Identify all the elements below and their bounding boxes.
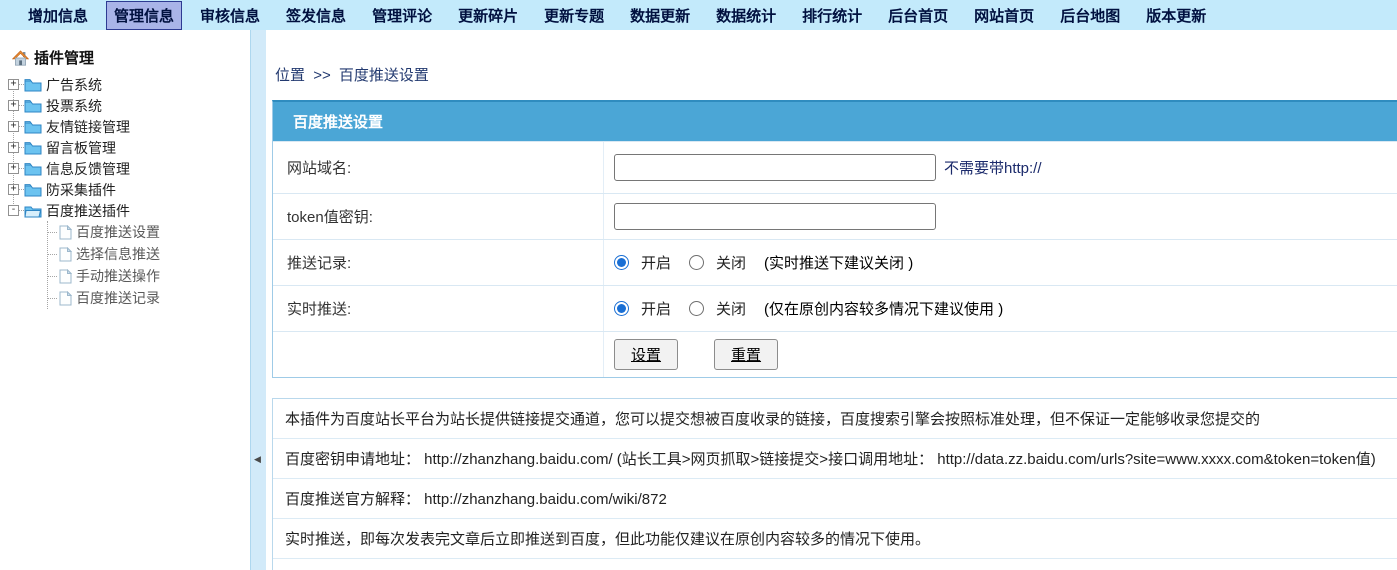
token-label: token值密钥: <box>273 194 604 239</box>
buttons-row: 设置 重置 <box>273 331 1397 377</box>
expand-plus-icon[interactable]: + <box>8 100 19 111</box>
tree-item-feedback[interactable]: + 信息反馈管理 <box>0 158 250 179</box>
nav-item-backend-map[interactable]: 后台地图 <box>1052 1 1128 30</box>
token-row: token值密钥: <box>273 193 1397 239</box>
site-domain-row: 网站域名: 不需要带http:// <box>273 141 1397 193</box>
nav-item-sign-info[interactable]: 签发信息 <box>278 1 354 30</box>
nav-item-manage-comments[interactable]: 管理评论 <box>364 1 440 30</box>
push-log-on-radio[interactable] <box>614 255 629 270</box>
tree-item-baidu-push-settings[interactable]: 百度推送设置 <box>48 221 250 243</box>
folder-icon <box>24 183 42 197</box>
help-row-wiki-url: 百度推送官方解释： http://zhanzhang.baidu.com/wik… <box>273 479 1397 519</box>
breadcrumb-location-label: 位置 <box>275 67 305 84</box>
nav-item-ranking-statistics[interactable]: 排行统计 <box>794 1 870 30</box>
push-log-off-radio[interactable] <box>689 255 704 270</box>
help-row-token-url: 百度密钥申请地址： http://zhanzhang.baidu.com/ (站… <box>273 439 1397 479</box>
realtime-push-row: 实时推送: 开启 关闭 (仅在原创内容较多情况下建议使用 ) <box>273 285 1397 331</box>
folder-icon <box>24 78 42 92</box>
nav-item-add-info[interactable]: 增加信息 <box>20 1 96 30</box>
push-log-off-label[interactable]: 关闭 <box>716 252 746 273</box>
page-icon <box>59 247 72 262</box>
open-folder-icon <box>24 204 42 218</box>
collapse-minus-icon[interactable]: - <box>8 205 19 216</box>
help-row-overview: 本插件为百度站长平台为站长提供链接提交通道，您可以提交想被百度收录的链接，百度搜… <box>273 399 1397 439</box>
realtime-push-on-label[interactable]: 开启 <box>641 298 671 319</box>
site-domain-note: 不需要带http:// <box>944 157 1042 178</box>
baidu-push-settings-panel: 百度推送设置 网站域名: 不需要带http:// token值密钥: 推送记录:… <box>272 100 1397 378</box>
submit-button[interactable]: 设置 <box>614 339 678 370</box>
tree-item-baidu-push-plugin[interactable]: - 百度推送插件 <box>0 200 250 221</box>
realtime-push-on-radio[interactable] <box>614 301 629 316</box>
nav-item-manage-info[interactable]: 管理信息 <box>106 1 182 30</box>
page-icon <box>59 269 72 284</box>
expand-plus-icon[interactable]: + <box>8 184 19 195</box>
tree-item-vote-system[interactable]: + 投票系统 <box>0 95 250 116</box>
nav-item-version-update[interactable]: 版本更新 <box>1138 1 1214 30</box>
breadcrumb-current: 百度推送设置 <box>339 67 429 84</box>
tree-item-manual-push[interactable]: 手动推送操作 <box>48 265 250 287</box>
tree-item-select-info-push[interactable]: 选择信息推送 <box>48 243 250 265</box>
help-row-empty <box>273 559 1397 570</box>
home-icon <box>12 50 29 66</box>
realtime-push-label: 实时推送: <box>273 286 604 331</box>
top-nav: 增加信息 管理信息 审核信息 签发信息 管理评论 更新碎片 更新专题 数据更新 … <box>0 0 1397 30</box>
sidebar-title-label: 插件管理 <box>34 47 94 68</box>
folder-icon <box>24 162 42 176</box>
nav-item-backend-home[interactable]: 后台首页 <box>880 1 956 30</box>
tree-item-baidu-push-log[interactable]: 百度推送记录 <box>48 287 250 309</box>
nav-item-audit-info[interactable]: 审核信息 <box>192 1 268 30</box>
site-domain-field[interactable] <box>614 154 936 181</box>
site-domain-label: 网站域名: <box>273 142 604 193</box>
folder-icon <box>24 141 42 155</box>
breadcrumb-separator: >> <box>313 67 331 84</box>
expand-plus-icon[interactable]: + <box>8 121 19 132</box>
nav-item-site-home[interactable]: 网站首页 <box>966 1 1042 30</box>
main-content: 位置 >> 百度推送设置 百度推送设置 网站域名: 不需要带http:// to… <box>266 30 1397 570</box>
tree-item-anti-collection[interactable]: + 防采集插件 <box>0 179 250 200</box>
folder-icon <box>24 99 42 113</box>
expand-plus-icon[interactable]: + <box>8 79 19 90</box>
collapse-sidebar-arrow-icon[interactable]: ◀ <box>254 454 261 465</box>
realtime-push-note: (仅在原创内容较多情况下建议使用 ) <box>764 298 1003 319</box>
panel-splitter[interactable]: ◀ <box>250 30 266 570</box>
panel-header: 百度推送设置 <box>273 102 1397 141</box>
push-log-on-label[interactable]: 开启 <box>641 252 671 273</box>
page-icon <box>59 291 72 306</box>
buttons-row-spacer <box>273 332 604 377</box>
sidebar: 插件管理 + 广告系统 + 投票系统 + 友情链接管理 + 留言板管理 + 信息… <box>0 30 250 570</box>
help-row-realtime: 实时推送，即每次发表完文章后立即推送到百度，但此功能仅建议在原创内容较多的情况下… <box>273 519 1397 559</box>
expand-plus-icon[interactable]: + <box>8 163 19 174</box>
push-log-label: 推送记录: <box>273 240 604 285</box>
nav-item-update-fragments[interactable]: 更新碎片 <box>450 1 526 30</box>
tree-item-friend-links[interactable]: + 友情链接管理 <box>0 116 250 137</box>
baidu-push-plugin-children: 百度推送设置 选择信息推送 手动推送操作 百度推送记录 <box>47 221 250 309</box>
panel-title: 百度推送设置 <box>293 111 383 132</box>
nav-item-data-statistics[interactable]: 数据统计 <box>708 1 784 30</box>
help-info-panel: 本插件为百度站长平台为站长提供链接提交通道，您可以提交想被百度收录的链接，百度搜… <box>272 398 1397 570</box>
folder-icon <box>24 120 42 134</box>
realtime-push-off-label[interactable]: 关闭 <box>716 298 746 319</box>
tree-item-ad-system[interactable]: + 广告系统 <box>0 74 250 95</box>
realtime-push-off-radio[interactable] <box>689 301 704 316</box>
push-log-note: (实时推送下建议关闭 ) <box>764 252 913 273</box>
reset-button[interactable]: 重置 <box>714 339 778 370</box>
sidebar-title: 插件管理 <box>12 47 250 68</box>
push-log-row: 推送记录: 开启 关闭 (实时推送下建议关闭 ) <box>273 239 1397 285</box>
nav-item-update-topics[interactable]: 更新专题 <box>536 1 612 30</box>
page-icon <box>59 225 72 240</box>
expand-plus-icon[interactable]: + <box>8 142 19 153</box>
plugin-tree: + 广告系统 + 投票系统 + 友情链接管理 + 留言板管理 + 信息反馈管理 … <box>0 74 250 309</box>
breadcrumb: 位置 >> 百度推送设置 <box>275 64 433 85</box>
token-field[interactable] <box>614 203 936 230</box>
nav-item-data-update[interactable]: 数据更新 <box>622 1 698 30</box>
tree-item-message-board[interactable]: + 留言板管理 <box>0 137 250 158</box>
